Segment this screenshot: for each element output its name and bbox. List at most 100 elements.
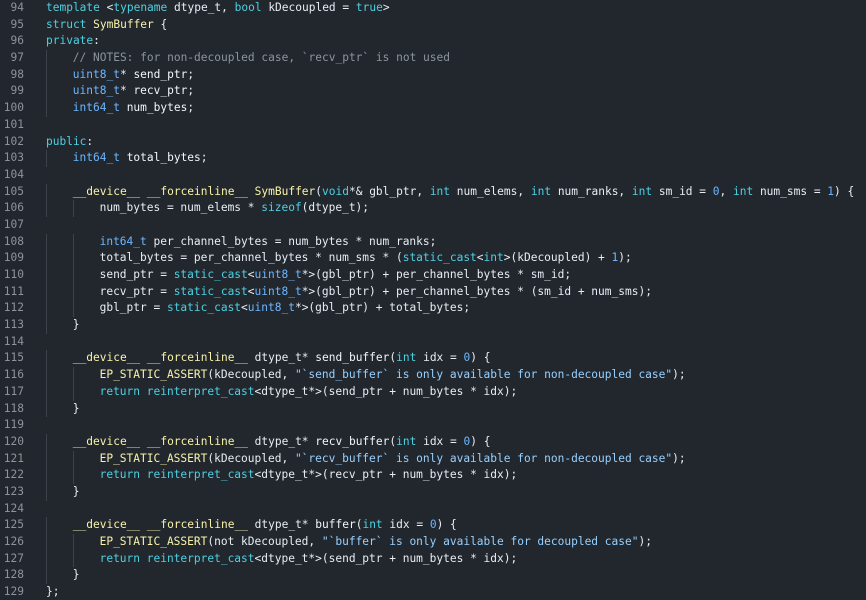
code-text[interactable]: private: bbox=[24, 33, 866, 50]
code-token: num_bytes = num_elems * bbox=[99, 201, 262, 215]
code-text[interactable]: EP_STATIC_ASSERT(kDecoupled, "`send_buff… bbox=[24, 367, 866, 384]
code-line[interactable]: 109 total_bytes = per_channel_bytes * num… bbox=[0, 250, 866, 267]
code-line[interactable]: 124 bbox=[0, 501, 866, 518]
code-token: static_cast bbox=[166, 301, 242, 315]
code-text[interactable]: __device__ __forceinline__ dtype_t* buff… bbox=[24, 517, 866, 534]
code-text[interactable] bbox=[24, 167, 866, 184]
line-number: 121 bbox=[3, 451, 24, 465]
code-editor[interactable]: 94 template <typename dtype_t, bool kDeco… bbox=[0, 0, 866, 600]
code-line[interactable]: 95 struct SymBuffer { bbox=[0, 17, 866, 34]
code-line[interactable]: 106 num_bytes = num_elems * sizeof(dtype_… bbox=[0, 200, 866, 217]
code-text[interactable]: int64_t num_bytes; bbox=[24, 100, 866, 117]
code-line[interactable]: 98 uint8_t* send_ptr; bbox=[0, 66, 866, 84]
code-text[interactable]: } bbox=[24, 567, 866, 585]
code-token: ) { bbox=[834, 184, 855, 198]
line-number: 106 bbox=[3, 201, 24, 215]
code-line[interactable]: 103 int64_t total_bytes; bbox=[0, 150, 866, 167]
indent-guide bbox=[72, 367, 74, 384]
code-token: int bbox=[631, 184, 659, 198]
indent-guide bbox=[46, 200, 47, 217]
code-text[interactable]: } bbox=[24, 317, 866, 334]
code-line[interactable]: 99 uint8_t* recv_ptr; bbox=[0, 83, 866, 101]
line-number: 94 bbox=[10, 1, 24, 14]
code-token: * bbox=[119, 67, 134, 81]
code-line[interactable]: 96 private: bbox=[0, 33, 866, 50]
code-token: recv_ptr = bbox=[99, 284, 174, 298]
code-text[interactable]: // NOTES: for non-decoupled case, `recv_… bbox=[24, 50, 866, 67]
code-token: ); bbox=[672, 368, 686, 382]
line-number: 104 bbox=[3, 167, 24, 181]
code-text[interactable]: EP_STATIC_ASSERT(kDecoupled, "`recv_buff… bbox=[24, 450, 866, 468]
code-text[interactable]: total_bytes = per_channel_bytes * num_sm… bbox=[24, 250, 866, 267]
indent-guide bbox=[46, 66, 47, 84]
code-line[interactable]: 117 return reinterpret_cast<dtype_t*>(sen… bbox=[0, 383, 866, 401]
code-line[interactable]: 122 return reinterpret_cast<dtype_t*>(rec… bbox=[0, 467, 866, 484]
code-line[interactable]: 126 EP_STATIC_ASSERT(not kDecoupled, "`bu… bbox=[0, 534, 866, 551]
code-text[interactable]: recv_ptr = static_cast<uint8_t*>(gbl_ptr… bbox=[24, 283, 866, 301]
code-line[interactable]: 94 template <typename dtype_t, bool kDeco… bbox=[0, 0, 866, 17]
code-token: dtype_t* bbox=[254, 518, 316, 532]
line-number: 112 bbox=[3, 301, 24, 315]
code-text[interactable]: __device__ __forceinline__ SymBuffer(voi… bbox=[24, 183, 866, 201]
line-number: 105 bbox=[3, 184, 24, 198]
code-token: send_buffer bbox=[315, 351, 390, 365]
code-line[interactable]: 102 public: bbox=[0, 134, 866, 151]
code-token: int64_t bbox=[99, 234, 154, 248]
code-line[interactable]: 115 __device__ __forceinline__ dtype_t* s… bbox=[0, 350, 866, 368]
code-text[interactable]: return reinterpret_cast<dtype_t*>(send_p… bbox=[24, 550, 866, 568]
code-line[interactable]: 108 int64_t per_channel_bytes = num_bytes… bbox=[0, 233, 866, 251]
code-text[interactable]: public: bbox=[24, 134, 866, 151]
code-text[interactable]: } bbox=[24, 483, 866, 501]
code-line[interactable]: 114 bbox=[0, 334, 866, 351]
code-line[interactable]: 123} bbox=[0, 483, 866, 501]
code-line[interactable]: 111 recv_ptr = static_cast<uint8_t*>(gbl_… bbox=[0, 283, 866, 301]
code-text[interactable]: struct SymBuffer { bbox=[24, 17, 866, 34]
code-line[interactable]: 97 // NOTES: for non-decoupled case, `rec… bbox=[0, 50, 866, 67]
code-line[interactable]: 100 int64_t num_bytes; bbox=[0, 100, 866, 117]
code-text[interactable]: template <typename dtype_t, bool kDecoup… bbox=[24, 0, 866, 17]
code-line[interactable]: 118} bbox=[0, 400, 866, 418]
code-token: typename bbox=[113, 1, 174, 14]
code-line[interactable]: 110 send_ptr = static_cast<uint8_t*>(gbl_… bbox=[0, 267, 866, 284]
line-number: 101 bbox=[3, 117, 24, 131]
code-line[interactable]: 129}; bbox=[0, 584, 866, 600]
code-text[interactable]: send_ptr = static_cast<uint8_t*>(gbl_ptr… bbox=[24, 267, 866, 284]
code-text[interactable] bbox=[24, 417, 866, 434]
code-text[interactable] bbox=[24, 117, 866, 134]
code-line[interactable]: 104 bbox=[0, 167, 866, 184]
code-text[interactable]: __device__ __forceinline__ dtype_t* send… bbox=[24, 350, 866, 368]
code-line[interactable]: 128} bbox=[0, 567, 866, 585]
code-text[interactable]: int64_t per_channel_bytes = num_bytes * … bbox=[24, 233, 866, 251]
code-text[interactable]: uint8_t* send_ptr; bbox=[24, 66, 866, 84]
code-line[interactable]: 127 return reinterpret_cast<dtype_t*>(sen… bbox=[0, 550, 866, 568]
code-text[interactable]: }; bbox=[24, 584, 866, 600]
code-text[interactable]: int64_t total_bytes; bbox=[24, 150, 866, 167]
code-text[interactable]: num_bytes = num_elems * sizeof(dtype_t); bbox=[24, 200, 866, 217]
indent-guide bbox=[46, 183, 47, 201]
code-line[interactable]: 105 __device__ __forceinline__ SymBuffer(… bbox=[0, 183, 866, 201]
code-line[interactable]: 101 bbox=[0, 117, 866, 134]
code-text[interactable] bbox=[24, 501, 866, 518]
code-line[interactable]: 121 EP_STATIC_ASSERT(kDecoupled, "`recv_b… bbox=[0, 450, 866, 468]
code-text[interactable]: __device__ __forceinline__ dtype_t* recv… bbox=[24, 433, 866, 451]
code-line[interactable]: 116 EP_STATIC_ASSERT(kDecoupled, "`send_b… bbox=[0, 367, 866, 384]
code-token: (kDecoupled, bbox=[207, 451, 295, 465]
code-line[interactable]: 113} bbox=[0, 317, 866, 334]
code-text[interactable]: gbl_ptr = static_cast<uint8_t*>(gbl_ptr)… bbox=[24, 300, 866, 318]
code-text[interactable] bbox=[24, 217, 866, 234]
code-line[interactable]: 120 __device__ __forceinline__ dtype_t* r… bbox=[0, 433, 866, 451]
code-token: *& gbl_ptr, bbox=[348, 184, 430, 198]
indent-guide bbox=[46, 400, 47, 418]
code-line[interactable]: 107 bbox=[0, 217, 866, 234]
code-text[interactable] bbox=[24, 334, 866, 351]
code-text[interactable]: EP_STATIC_ASSERT(not kDecoupled, "`buffe… bbox=[24, 534, 866, 551]
code-line[interactable]: 119 bbox=[0, 417, 866, 434]
code-token: static_cast bbox=[173, 268, 248, 281]
code-token: EP_STATIC_ASSERT bbox=[99, 535, 208, 548]
code-text[interactable]: uint8_t* recv_ptr; bbox=[24, 83, 866, 101]
code-text[interactable]: } bbox=[24, 400, 866, 418]
code-text[interactable]: return reinterpret_cast<dtype_t*>(send_p… bbox=[24, 383, 866, 401]
code-line[interactable]: 112 gbl_ptr = static_cast<uint8_t*>(gbl_p… bbox=[0, 300, 866, 318]
code-line[interactable]: 125 __device__ __forceinline__ dtype_t* b… bbox=[0, 517, 866, 534]
code-text[interactable]: return reinterpret_cast<dtype_t*>(recv_p… bbox=[24, 467, 866, 484]
